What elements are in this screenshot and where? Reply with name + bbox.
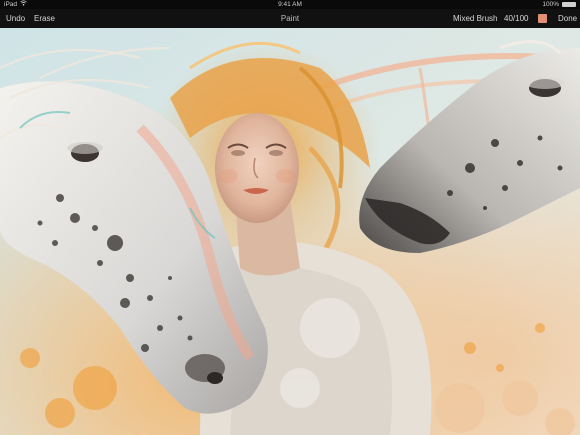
paint-canvas[interactable] [0,28,580,435]
status-bar: iPad 9:41 AM 100% [0,0,580,9]
toolbar: Undo Erase Paint Mixed Brush 40/100 Done [0,9,580,28]
battery-icon [562,2,576,7]
battery-percent: 100% [542,1,559,8]
brush-selector-button[interactable]: Mixed Brush [453,9,497,28]
color-swatch-button[interactable] [538,14,547,23]
done-button[interactable]: Done [558,9,577,28]
status-time: 9:41 AM [278,1,302,8]
artwork [0,28,580,435]
opacity-button[interactable]: 40/100 [504,9,528,28]
status-right: 100% [542,0,576,9]
